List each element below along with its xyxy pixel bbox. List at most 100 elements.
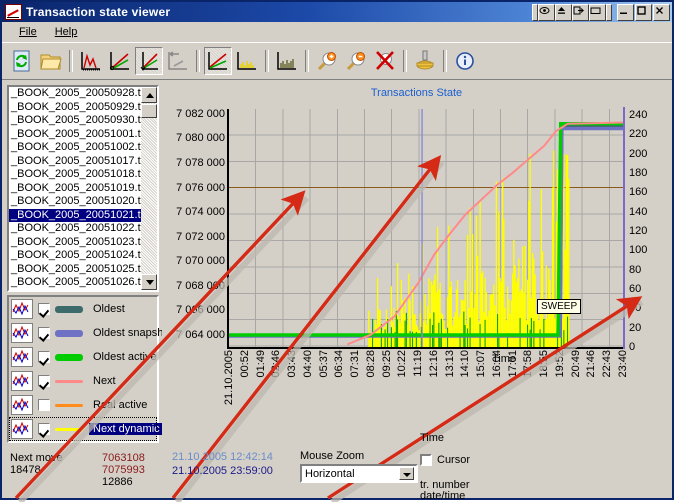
y2-tick-label: 180 bbox=[629, 166, 648, 179]
x-tick-label: 15:07 bbox=[475, 350, 488, 378]
menu-file[interactable]: File bbox=[10, 24, 46, 40]
zoom-cancel-button[interactable] bbox=[371, 47, 399, 75]
settings-gear-button[interactable] bbox=[411, 47, 439, 75]
chart-peaks-button[interactable] bbox=[77, 47, 105, 75]
maximize-button[interactable] bbox=[635, 3, 652, 21]
list-item[interactable]: _BOOK_2005_20051023.tn bbox=[9, 236, 141, 250]
list-item[interactable]: _BOOK_2005_20051024.tn bbox=[9, 249, 141, 263]
menu-bar: File Help bbox=[2, 22, 672, 42]
y2-tick-label: 160 bbox=[629, 186, 648, 199]
y-tick-label: 7 068 000 bbox=[176, 279, 225, 292]
close-button[interactable] bbox=[653, 3, 670, 21]
legend-row[interactable]: Oldest snapshot bbox=[9, 321, 173, 345]
list-item[interactable]: _BOOK_2005_20051019.tn bbox=[9, 182, 141, 196]
file-list[interactable]: _BOOK_2005_20050928.tn _BOOK_2005_2005092… bbox=[7, 85, 159, 292]
y-tick-label: 7 066 000 bbox=[176, 304, 225, 317]
legend-checkbox[interactable] bbox=[38, 423, 50, 435]
legend-row[interactable]: Oldest active bbox=[9, 345, 157, 369]
mouse-zoom-select[interactable]: Horizontal bbox=[300, 464, 418, 483]
toolbar bbox=[2, 42, 672, 80]
mouse-zoom-value: Horizontal bbox=[305, 467, 355, 480]
x-tick-label: 09:25 bbox=[380, 350, 393, 378]
about-info-button[interactable] bbox=[451, 47, 479, 75]
cursor-checkbox[interactable] bbox=[420, 454, 432, 466]
legend-row[interactable]: Next dynamic bbox=[9, 417, 164, 441]
list-item[interactable]: _BOOK_2005_20050929.tn bbox=[9, 101, 141, 115]
window-title: Transaction state viewer bbox=[26, 5, 171, 19]
date-range-readout: 21.10.2005 12:42:14 21.10.2005 23:59:00 bbox=[172, 450, 273, 478]
roll-up-button[interactable] bbox=[538, 3, 555, 21]
list-item[interactable]: _BOOK_2005_20051017.tn bbox=[9, 155, 141, 169]
scrollbar-thumb[interactable] bbox=[141, 104, 157, 118]
list-item[interactable]: _BOOK_2005_20051018.tn bbox=[9, 168, 141, 182]
scroll-down-arrow-icon[interactable] bbox=[141, 274, 157, 290]
y2-tick-label: 0 bbox=[629, 341, 636, 353]
x-tick-label: 23:40 bbox=[617, 350, 629, 378]
legend-checkbox[interactable] bbox=[38, 351, 50, 363]
x-tick-label: 05:37 bbox=[317, 350, 330, 378]
list-item[interactable]: _BOOK_2005_20051021.tn bbox=[9, 208, 141, 222]
list-item[interactable]: _BOOK_2005_20051002.tn bbox=[9, 141, 141, 155]
collapse-button[interactable] bbox=[555, 3, 572, 21]
legend-row[interactable]: Oldest bbox=[9, 297, 157, 321]
date-from: 21.10.2005 12:42:14 bbox=[172, 451, 273, 463]
list-item[interactable]: _BOOK_2005_20051022.tn bbox=[9, 222, 141, 236]
grip-right-icon bbox=[606, 3, 612, 21]
legend-checkbox[interactable] bbox=[38, 375, 50, 387]
toolbar-separator-3 bbox=[265, 50, 269, 72]
toolbar-separator-4 bbox=[305, 50, 309, 72]
y2-tick-label: 200 bbox=[629, 147, 648, 160]
chart-dark-spikes-button[interactable] bbox=[273, 47, 301, 75]
open-folder-button[interactable] bbox=[37, 47, 65, 75]
legend-checkbox[interactable] bbox=[38, 399, 50, 411]
y-tick-label: 7 078 000 bbox=[176, 156, 225, 169]
series-thumbnail-icon bbox=[11, 323, 33, 343]
time-axis-caption: Time bbox=[420, 432, 445, 444]
file-list-scrollbar[interactable] bbox=[141, 87, 157, 290]
chart-trend-button[interactable] bbox=[204, 47, 232, 75]
refresh-button[interactable] bbox=[8, 47, 36, 75]
list-item[interactable]: _BOOK_2005_20051020.tn bbox=[9, 195, 141, 209]
x-tick-label: 10:22 bbox=[396, 350, 409, 378]
x-tick-label: 00:52 bbox=[238, 350, 251, 378]
y-tick-label: 7 076 000 bbox=[176, 181, 225, 194]
legend-checkbox[interactable] bbox=[38, 327, 50, 339]
zoom-out-button[interactable] bbox=[342, 47, 370, 75]
series-thumbnail-icon bbox=[11, 371, 33, 391]
x-tick-label: 18:55 bbox=[538, 350, 551, 378]
x-tick-label: 20:49 bbox=[569, 350, 582, 378]
legend-row[interactable]: Next bbox=[9, 369, 157, 393]
chart-lines-origin-button[interactable] bbox=[106, 47, 134, 75]
legend-label: Next bbox=[93, 375, 116, 387]
legend-label: Real active bbox=[93, 399, 148, 411]
list-item[interactable]: _BOOK_2005_20050930.tn bbox=[9, 114, 141, 128]
list-item[interactable]: _BOOK_2005_20051026.tn bbox=[9, 276, 141, 290]
list-item[interactable]: _BOOK_2005_20051001.tn bbox=[9, 128, 141, 142]
float-button[interactable] bbox=[572, 3, 589, 21]
chart-yellow-spikes-button[interactable] bbox=[233, 47, 261, 75]
y-tick-label: 7 074 000 bbox=[176, 206, 225, 219]
chevron-down-icon[interactable] bbox=[399, 467, 414, 480]
scroll-up-arrow-icon[interactable] bbox=[141, 87, 157, 103]
menu-help[interactable]: Help bbox=[46, 24, 87, 40]
series-thumbnail-icon bbox=[11, 299, 33, 319]
legend-checkbox[interactable] bbox=[38, 303, 50, 315]
legend-label: Oldest bbox=[93, 303, 125, 315]
dock-button[interactable] bbox=[589, 3, 606, 21]
minimize-button[interactable] bbox=[617, 3, 634, 21]
x-tick-label: 08:28 bbox=[364, 350, 377, 378]
y2-tick-label: 100 bbox=[629, 244, 648, 257]
legend-color-swatch bbox=[55, 427, 83, 431]
chart-lines-axis-button[interactable] bbox=[135, 47, 163, 75]
y2-tick-label: 80 bbox=[629, 263, 642, 276]
legend-color-swatch bbox=[55, 329, 83, 337]
list-item[interactable]: _BOOK_2005_20050928.tn bbox=[9, 87, 141, 101]
zoom-in-button[interactable] bbox=[313, 47, 341, 75]
chart-bars-left-button[interactable] bbox=[164, 47, 192, 75]
title-bar: Transaction state viewer bbox=[2, 2, 672, 22]
list-item[interactable]: _BOOK_2005_20051027.tn bbox=[9, 290, 141, 291]
list-item[interactable]: _BOOK_2005_20051025.tn bbox=[9, 263, 141, 277]
legend-row[interactable]: Real active bbox=[9, 393, 157, 417]
legend-color-swatch bbox=[55, 305, 83, 313]
toolbar-separator-5 bbox=[403, 50, 407, 72]
